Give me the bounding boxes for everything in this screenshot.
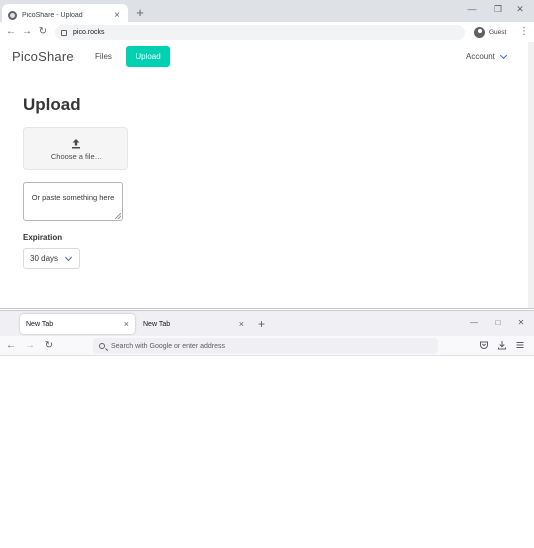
close-tab-icon[interactable]: × — [112, 10, 122, 21]
address-bar[interactable]: pico.rocks — [55, 25, 465, 40]
firefox-page-content — [0, 357, 534, 548]
profile-button[interactable]: Guest — [474, 25, 506, 39]
minimize-icon[interactable]: — — [466, 4, 478, 14]
pocket-icon[interactable] — [479, 340, 489, 350]
firefox-tab-2[interactable]: New Tab × — [137, 314, 250, 334]
more-menu-icon[interactable]: ⋮ — [519, 25, 529, 39]
firefox-toolbar: ← → ↻ Search with Google or enter addres… — [0, 336, 534, 356]
page-scrollbar[interactable] — [528, 42, 534, 308]
file-upload-dropzone[interactable]: Choose a file… — [23, 127, 128, 170]
minimize-icon[interactable]: — — [468, 318, 480, 327]
download-icon[interactable] — [497, 340, 507, 350]
search-icon — [99, 343, 105, 349]
brand-logo[interactable]: PicoShare — [12, 49, 74, 64]
nav-upload-button[interactable]: Upload — [126, 46, 170, 67]
expiration-select[interactable]: 30 days — [23, 248, 80, 269]
file-upload-label: Choose a file… — [50, 152, 103, 161]
paste-placeholder: Or paste something here — [31, 193, 115, 202]
firefox-tab-1[interactable]: New Tab × — [20, 314, 135, 334]
chrome-tab-title: PicoShare - Upload — [22, 11, 83, 19]
maximize-icon[interactable]: ❐ — [492, 4, 504, 15]
account-menu[interactable]: Account — [466, 51, 507, 61]
chrome-window: PicoShare - Upload × + — ❐ ✕ ← → ↻ pico.… — [0, 0, 534, 309]
expiration-label: Expiration — [23, 233, 63, 242]
picoshare-page: PicoShare Files Upload Account Upload Ch… — [0, 42, 528, 308]
window-close-icon[interactable]: ✕ — [515, 318, 527, 327]
firefox-window: New Tab × New Tab × + — □ ✕ ← → ↻ Search… — [0, 310, 534, 548]
profile-label: Guest — [489, 28, 507, 36]
maximize-icon[interactable]: □ — [492, 318, 504, 327]
new-tab-button[interactable]: + — [134, 6, 146, 20]
window-close-icon[interactable]: ✕ — [514, 4, 526, 15]
nav-files-link[interactable]: Files — [95, 52, 112, 61]
forward-icon[interactable]: → — [20, 25, 34, 39]
upload-icon — [72, 139, 80, 149]
close-tab-icon[interactable]: × — [124, 319, 129, 329]
reload-icon[interactable]: ↻ — [43, 339, 55, 353]
account-label: Account — [466, 52, 495, 61]
reload-icon[interactable]: ↻ — [36, 25, 50, 39]
firefox-tab-title: New Tab — [26, 320, 54, 328]
back-icon[interactable]: ← — [5, 339, 17, 353]
avatar-icon — [474, 26, 485, 38]
lock-icon — [61, 29, 67, 36]
hamburger-menu-icon[interactable] — [515, 340, 525, 350]
chrome-toolbar: ← → ↻ pico.rocks Guest ⋮ — [0, 22, 534, 42]
url-bar-placeholder: Search with Google or enter address — [111, 342, 226, 350]
firefox-tab-title: New Tab — [143, 320, 171, 328]
firefox-tab-strip: New Tab × New Tab × + — □ ✕ — [0, 311, 534, 336]
paste-textarea[interactable]: Or paste something here — [23, 182, 123, 221]
chevron-down-icon — [64, 253, 73, 261]
forward-icon[interactable]: → — [24, 339, 36, 353]
resize-grip-icon[interactable] — [115, 213, 121, 219]
address-bar-url: pico.rocks — [73, 29, 105, 36]
firefox-url-bar[interactable]: Search with Google or enter address — [93, 338, 438, 354]
new-tab-button[interactable]: + — [258, 317, 265, 331]
globe-icon — [8, 10, 17, 20]
chevron-down-icon — [499, 51, 507, 59]
back-icon[interactable]: ← — [4, 25, 18, 39]
expiration-value: 30 days — [30, 254, 59, 263]
close-tab-icon[interactable]: × — [239, 319, 244, 329]
page-title: Upload — [23, 95, 81, 114]
